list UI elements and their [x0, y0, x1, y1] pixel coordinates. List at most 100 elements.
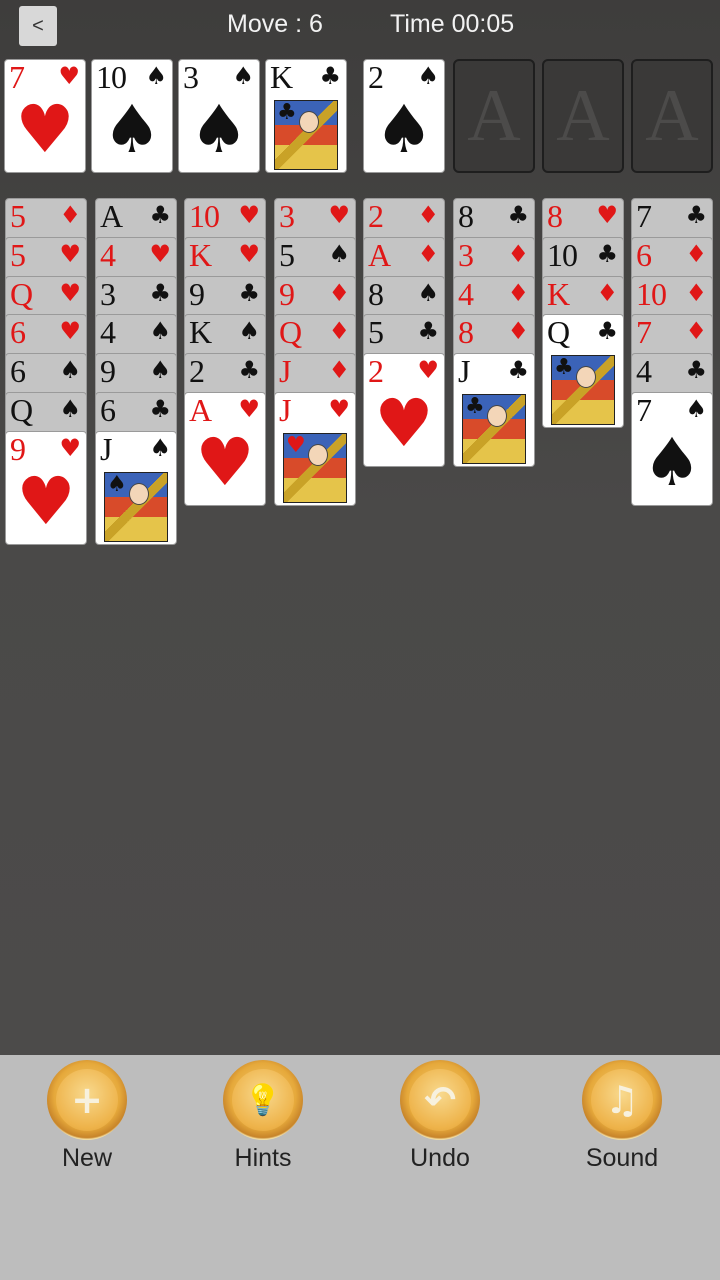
- card-rank: 6: [100, 392, 116, 428]
- card-suit-icon: ♦: [507, 317, 529, 346]
- card-suit-icon: ♣: [417, 317, 439, 346]
- card-rank: 8: [547, 198, 563, 234]
- foundation-slot[interactable]: A: [453, 59, 535, 173]
- card-rank: 8: [368, 275, 384, 312]
- card-center-suit-icon: ♥: [195, 424, 255, 501]
- card-suit-icon: ♠: [232, 62, 254, 90]
- sound-button-ring: ♫: [582, 1060, 662, 1140]
- card-suit-icon: ♠: [417, 62, 439, 90]
- card-rank: 4: [458, 275, 474, 312]
- card-suit-icon: ♣: [238, 356, 260, 385]
- plus-icon: +: [56, 1069, 118, 1131]
- court-figure-icon: ♣: [551, 355, 615, 426]
- card-suit-icon: ♦: [685, 278, 707, 307]
- card-rank: J: [458, 353, 470, 390]
- card-rank: 9: [10, 430, 26, 467]
- card-center-suit-icon: ♠: [102, 91, 162, 168]
- card-suit-icon: ♥: [328, 201, 350, 229]
- foundation-slot[interactable]: A: [542, 59, 624, 173]
- card-suit-icon: ♦: [328, 356, 350, 385]
- card-rank: 7: [636, 392, 652, 428]
- card-rank: K: [189, 314, 212, 351]
- card-rank: 5: [10, 198, 26, 234]
- playing-card[interactable]: 2 ♠ ♠: [363, 59, 445, 173]
- back-button[interactable]: <: [19, 6, 57, 46]
- card-rank: 5: [279, 236, 295, 273]
- playing-card[interactable]: J ♥ ♥: [274, 392, 356, 506]
- music-note-icon: ♫: [591, 1069, 653, 1131]
- card-rank: 10: [96, 59, 127, 95]
- card-suit-icon: ♣: [149, 395, 171, 423]
- hints-button-label: Hints: [234, 1144, 292, 1172]
- court-face: [487, 405, 507, 428]
- court-suit-icon: ♠: [107, 471, 127, 497]
- card-rank: 4: [100, 314, 116, 351]
- card-rank: J: [100, 430, 112, 467]
- playing-card[interactable]: K ♣ ♣: [265, 59, 347, 173]
- playing-card[interactable]: 9 ♥ ♥: [5, 430, 87, 545]
- playing-card[interactable]: 7 ♥ ♥: [4, 59, 86, 173]
- card-suit-icon: ♥: [149, 239, 171, 268]
- card-rank: Q: [279, 314, 302, 351]
- card-rank: Q: [10, 275, 33, 312]
- card-suit-icon: ♦: [417, 239, 439, 268]
- foundation-slot[interactable]: A: [631, 59, 713, 173]
- card-rank: 3: [100, 275, 116, 312]
- card-rank: 2: [368, 353, 384, 390]
- court-figure-icon: ♠: [104, 471, 168, 542]
- card-suit-icon: ♦: [507, 278, 529, 307]
- card-rank: Q: [547, 314, 570, 351]
- court-figure-icon: ♥: [283, 433, 347, 503]
- playing-card[interactable]: 2 ♥ ♥: [363, 353, 445, 468]
- card-rank: 7: [636, 314, 652, 351]
- card-suit-icon: ♣: [596, 317, 618, 346]
- court-suit-icon: ♣: [554, 355, 574, 381]
- card-rank: 2: [368, 198, 384, 234]
- card-rank: Q: [10, 392, 33, 428]
- card-suit-icon: ♦: [507, 239, 529, 268]
- court-suit-icon: ♣: [465, 394, 485, 420]
- playing-card[interactable]: A ♥ ♥: [184, 392, 266, 506]
- playing-card[interactable]: 3 ♠ ♠: [178, 59, 260, 173]
- playing-card[interactable]: 10 ♠ ♠: [91, 59, 173, 173]
- new-game-button[interactable]: + New: [22, 1060, 152, 1173]
- new-button-label: New: [61, 1144, 112, 1172]
- playing-card[interactable]: J ♣ ♣: [453, 353, 535, 468]
- card-rank: K: [189, 236, 212, 273]
- sound-button-label: Sound: [585, 1144, 659, 1172]
- card-suit-icon: ♥: [59, 433, 81, 462]
- card-suit-icon: ♥: [596, 201, 618, 229]
- card-suit-icon: ♠: [149, 356, 171, 385]
- card-rank: 6: [10, 353, 26, 390]
- card-center-suit-icon: ♠: [374, 91, 434, 168]
- hints-button[interactable]: 💡 Hints: [198, 1060, 328, 1173]
- card-suit-icon: ♥: [238, 395, 260, 423]
- card-suit-icon: ♠: [59, 356, 81, 385]
- card-rank: 5: [368, 314, 384, 351]
- playing-card[interactable]: 7 ♠ ♠: [631, 392, 713, 506]
- sound-button[interactable]: ♫ Sound: [557, 1060, 687, 1173]
- card-rank: 10: [189, 198, 220, 234]
- playing-card[interactable]: J ♠ ♠: [95, 430, 177, 545]
- card-suit-icon: ♠: [59, 395, 81, 423]
- court-face: [129, 482, 149, 505]
- undo-icon: ↶: [409, 1069, 471, 1131]
- court-suit-icon: ♣: [277, 100, 297, 125]
- card-rank: J: [279, 353, 291, 390]
- card-rank: 8: [458, 314, 474, 351]
- card-rank: 4: [636, 353, 652, 390]
- undo-button[interactable]: ↶ Undo: [375, 1060, 505, 1173]
- card-suit-icon: ♥: [59, 278, 81, 307]
- card-suit-icon: ♦: [59, 201, 81, 229]
- card-suit-icon: ♣: [596, 239, 618, 268]
- card-suit-icon: ♣: [149, 278, 171, 307]
- card-rank: 3: [279, 198, 295, 234]
- card-suit-icon: ♠: [145, 62, 167, 90]
- card-suit-icon: ♠: [685, 395, 707, 423]
- card-rank: A: [100, 198, 123, 234]
- card-suit-icon: ♥: [417, 356, 439, 385]
- card-suit-icon: ♦: [685, 239, 707, 268]
- playing-card[interactable]: Q ♣ ♣: [542, 314, 624, 429]
- card-rank: 2: [368, 59, 384, 95]
- card-rank: 7: [636, 198, 652, 234]
